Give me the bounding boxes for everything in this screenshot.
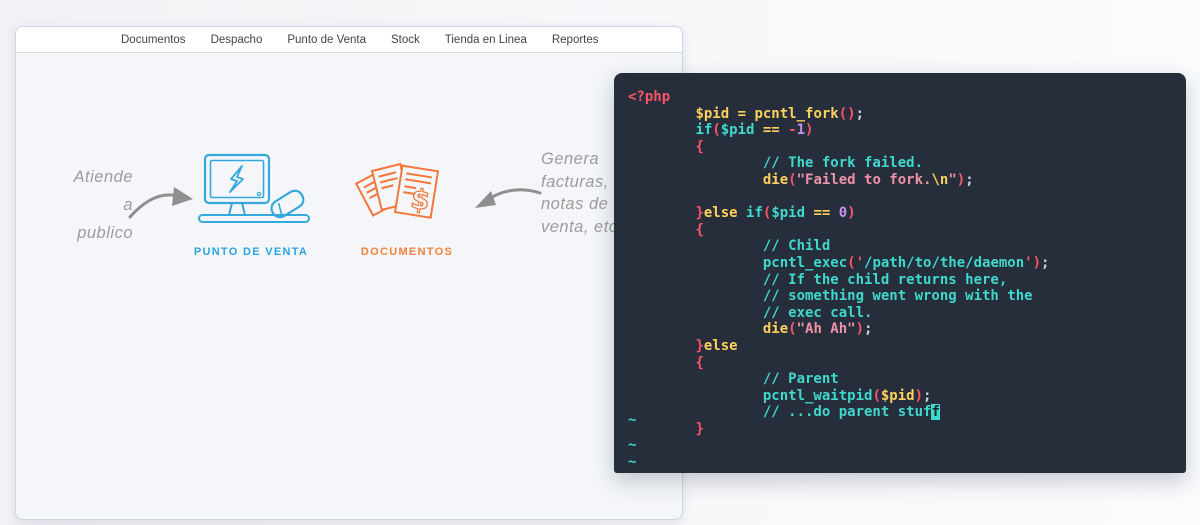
code-line: // Child <box>628 238 1172 255</box>
code-line: }else <box>628 338 1172 355</box>
code-line: { <box>628 222 1172 239</box>
top-navigation: Documentos Despacho Punto de Venta Stock Tie… <box>16 27 682 53</box>
php-code: <?php $pid = pcntl_fork(); if($pid == -1… <box>628 89 1172 471</box>
code-line: ~ <box>628 437 1172 454</box>
note-line: Atiende <box>63 163 133 191</box>
code-line: die("Failed to fork.\n"); <box>628 172 1172 189</box>
code-line: }else if($pid == 0) <box>628 205 1172 222</box>
code-line: <?php <box>628 89 1172 106</box>
code-line: // Parent <box>628 371 1172 388</box>
code-line: die("Ah Ah"); <box>628 321 1172 338</box>
code-line: $pid = pcntl_fork(); <box>628 106 1172 123</box>
code-line: { <box>628 139 1172 156</box>
nav-item-tienda-en-linea[interactable]: Tienda en Linea <box>445 34 527 46</box>
code-line: ~ <box>628 454 1172 471</box>
code-line: { <box>628 355 1172 372</box>
curved-arrow-left-icon <box>126 183 196 225</box>
note-line: publico <box>63 219 133 247</box>
logo-bolt-icon <box>230 166 243 192</box>
code-line: pcntl_exec('/path/to/the/daemon'); <box>628 255 1172 272</box>
code-editor-panel: <?php $pid = pcntl_fork(); if($pid == -1… <box>614 73 1186 473</box>
code-line <box>628 189 1172 206</box>
nav-item-stock[interactable]: Stock <box>391 34 420 46</box>
nav-item-punto-de-venta[interactable]: Punto de Venta <box>287 34 366 46</box>
nav-item-reportes[interactable]: Reportes <box>552 34 599 46</box>
code-line: // something went wrong with the <box>628 288 1172 305</box>
code-line: // The fork failed. <box>628 155 1172 172</box>
nav-item-despacho[interactable]: Despacho <box>211 34 263 46</box>
documents-icon: $ <box>353 153 458 258</box>
code-line: pcntl_waitpid($pid); <box>628 388 1172 405</box>
code-line: // If the child returns here, <box>628 272 1172 289</box>
code-line: if($pid == -1) <box>628 122 1172 139</box>
handwritten-note-left: Atiendeapublico <box>63 163 133 247</box>
code-line: // exec call. <box>628 305 1172 322</box>
code-line: ~ } <box>628 421 1172 438</box>
vim-tilde: ~ <box>628 412 636 429</box>
pos-monitor-icon <box>196 151 316 229</box>
pos-label: PUNTO DE VENTA <box>191 246 311 258</box>
app-window: Documentos Despacho Punto de Venta Stock Tie… <box>15 26 683 520</box>
note-line: a <box>63 191 133 219</box>
nav-item-documentos[interactable]: Documentos <box>121 34 186 46</box>
curved-arrow-right-icon <box>474 184 544 219</box>
documents-label: DOCUMENTOS <box>347 246 467 258</box>
code-line: // ...do parent stuff <box>628 404 1172 421</box>
